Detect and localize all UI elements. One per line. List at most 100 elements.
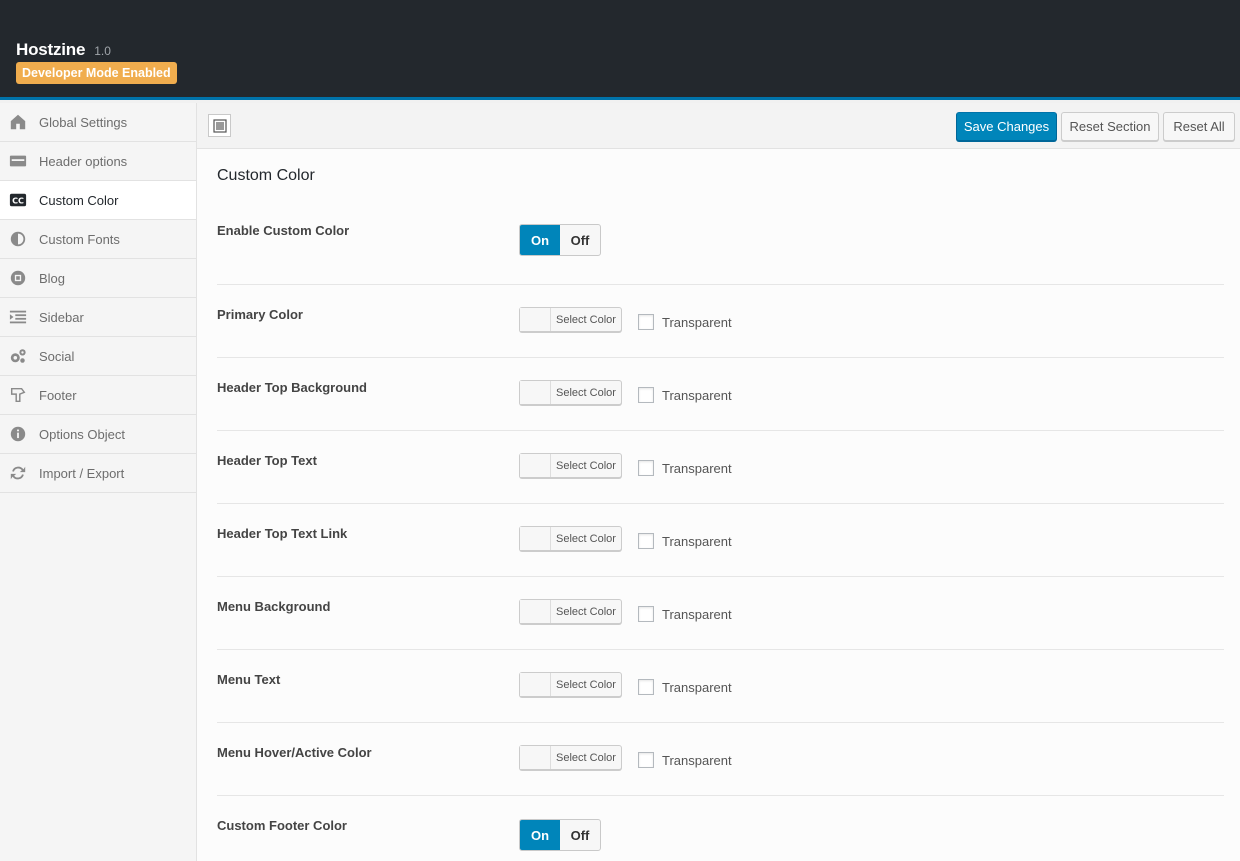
primary-color-picker[interactable]: Select Color (519, 307, 622, 332)
expand-icon (212, 118, 227, 133)
header-top-text-transparent[interactable]: Transparent (638, 460, 732, 476)
select-color-label: Select Color (556, 386, 616, 399)
hand-icon (9, 386, 27, 404)
transparent-label: Transparent (662, 679, 732, 695)
color-swatch (520, 308, 551, 331)
transparent-label: Transparent (662, 460, 732, 476)
app-name: Hostzine (16, 40, 86, 59)
reset-all-button[interactable]: Reset All (1163, 112, 1235, 141)
transparent-checkbox[interactable] (638, 533, 654, 549)
sidebar-item-custom-color[interactable]: CC Custom Color (0, 181, 196, 220)
select-color-label: Select Color (556, 751, 616, 764)
header-top-text-link-picker[interactable]: Select Color (519, 526, 622, 551)
header-top-text-link-label: Header Top Text Link (217, 526, 348, 541)
color-swatch (520, 600, 551, 623)
color-swatch (520, 454, 551, 477)
custom-footer-color-switch[interactable]: On Off (519, 819, 601, 851)
transparent-label: Transparent (662, 606, 732, 622)
sidebar-item-label: Header options (39, 153, 128, 169)
sidebar-item-header-options[interactable]: Header options (0, 142, 196, 181)
toolbar: Save Changes Reset Section Reset All (197, 103, 1240, 149)
app-version: 1.0 (94, 44, 111, 58)
menu-text-transparent[interactable]: Transparent (638, 679, 732, 695)
info-icon (9, 425, 27, 443)
enable-custom-color-switch[interactable]: On Off (519, 224, 601, 256)
developer-mode-badge: Developer Mode Enabled (16, 62, 177, 84)
menu-background-picker[interactable]: Select Color (519, 599, 622, 624)
transparent-checkbox[interactable] (638, 606, 654, 622)
select-color-label: Select Color (556, 678, 616, 691)
transparent-checkbox[interactable] (638, 387, 654, 403)
sidebar-item-blog[interactable]: Blog (0, 259, 196, 298)
refresh-icon (9, 464, 27, 482)
menu-hover-active-color-transparent[interactable]: Transparent (638, 752, 732, 768)
row-divider (217, 795, 1224, 796)
section-title: Custom Color (217, 167, 315, 184)
row-divider (217, 284, 1224, 285)
select-color-label: Select Color (556, 313, 616, 326)
cc-icon: CC (9, 191, 27, 209)
custom-footer-color-label: Custom Footer Color (217, 818, 347, 833)
sidebar-item-label: Import / Export (39, 465, 125, 481)
row-divider (217, 576, 1224, 577)
color-swatch (520, 527, 551, 550)
header-icon (9, 152, 27, 170)
sidebar-item-label: Social (39, 348, 75, 364)
row-divider (217, 357, 1224, 358)
save-changes-button[interactable]: Save Changes (956, 112, 1057, 141)
transparent-checkbox[interactable] (638, 314, 654, 330)
sidebar-item-import-export[interactable]: Import / Export (0, 454, 196, 493)
sidebar-item-label: Blog (39, 270, 66, 286)
sidebar-item-label: Footer (39, 387, 77, 403)
transparent-checkbox[interactable] (638, 679, 654, 695)
row-divider (217, 649, 1224, 650)
home-icon (9, 113, 27, 131)
header-top-text-picker[interactable]: Select Color (519, 453, 622, 478)
transparent-label: Transparent (662, 533, 732, 549)
switch-off[interactable]: Off (560, 820, 600, 850)
sidebar-item-label: Custom Color (39, 192, 119, 208)
blog-icon (9, 269, 27, 287)
sidebar-icon (9, 308, 27, 326)
sidebar-item-options-object[interactable]: Options Object (0, 415, 196, 454)
sidebar-item-label: Sidebar (39, 309, 84, 325)
menu-background-label: Menu Background (217, 599, 331, 614)
transparent-checkbox[interactable] (638, 752, 654, 768)
row-divider (217, 430, 1224, 431)
menu-background-transparent[interactable]: Transparent (638, 606, 732, 622)
sidebar-item-label: Custom Fonts (39, 231, 120, 247)
header-top-background-transparent[interactable]: Transparent (638, 387, 732, 403)
header-top-text-label: Header Top Text (217, 453, 317, 468)
select-color-label: Select Color (556, 459, 616, 472)
sidebar-item-label: Global Settings (39, 114, 128, 130)
switch-off[interactable]: Off (560, 225, 600, 255)
switch-on[interactable]: On (520, 225, 560, 255)
sidebar-item-sidebar[interactable]: Sidebar (0, 298, 196, 337)
cogs-icon (9, 347, 27, 365)
header-top-text-link-transparent[interactable]: Transparent (638, 533, 732, 549)
transparent-checkbox[interactable] (638, 460, 654, 476)
options-panel: Save Changes Reset Section Reset All Cus… (197, 103, 1240, 861)
color-swatch (520, 746, 551, 769)
contrast-icon (9, 230, 27, 248)
transparent-label: Transparent (662, 387, 732, 403)
menu-hover-active-color-label: Menu Hover/Active Color (217, 745, 372, 760)
menu-text-picker[interactable]: Select Color (519, 672, 622, 697)
transparent-label: Transparent (662, 752, 732, 768)
switch-on[interactable]: On (520, 820, 560, 850)
sidebar-item-global-settings[interactable]: Global Settings (0, 103, 196, 142)
sidebar-item-custom-fonts[interactable]: Custom Fonts (0, 220, 196, 259)
sidebar: Global Settings Header options CC Custom… (0, 103, 197, 861)
color-swatch (520, 673, 551, 696)
primary-color-label: Primary Color (217, 307, 303, 322)
sidebar-item-social[interactable]: Social (0, 337, 196, 376)
primary-color-transparent[interactable]: Transparent (638, 314, 732, 330)
reset-section-button[interactable]: Reset Section (1061, 112, 1159, 141)
sidebar-item-label: Options Object (39, 426, 125, 442)
header-top-background-label: Header Top Background (217, 380, 368, 395)
menu-hover-active-color-picker[interactable]: Select Color (519, 745, 622, 770)
expand-options-button[interactable] (208, 114, 231, 137)
sidebar-item-footer[interactable]: Footer (0, 376, 196, 415)
header-top-background-picker[interactable]: Select Color (519, 380, 622, 405)
enable-custom-color-label: Enable Custom Color (217, 223, 350, 238)
